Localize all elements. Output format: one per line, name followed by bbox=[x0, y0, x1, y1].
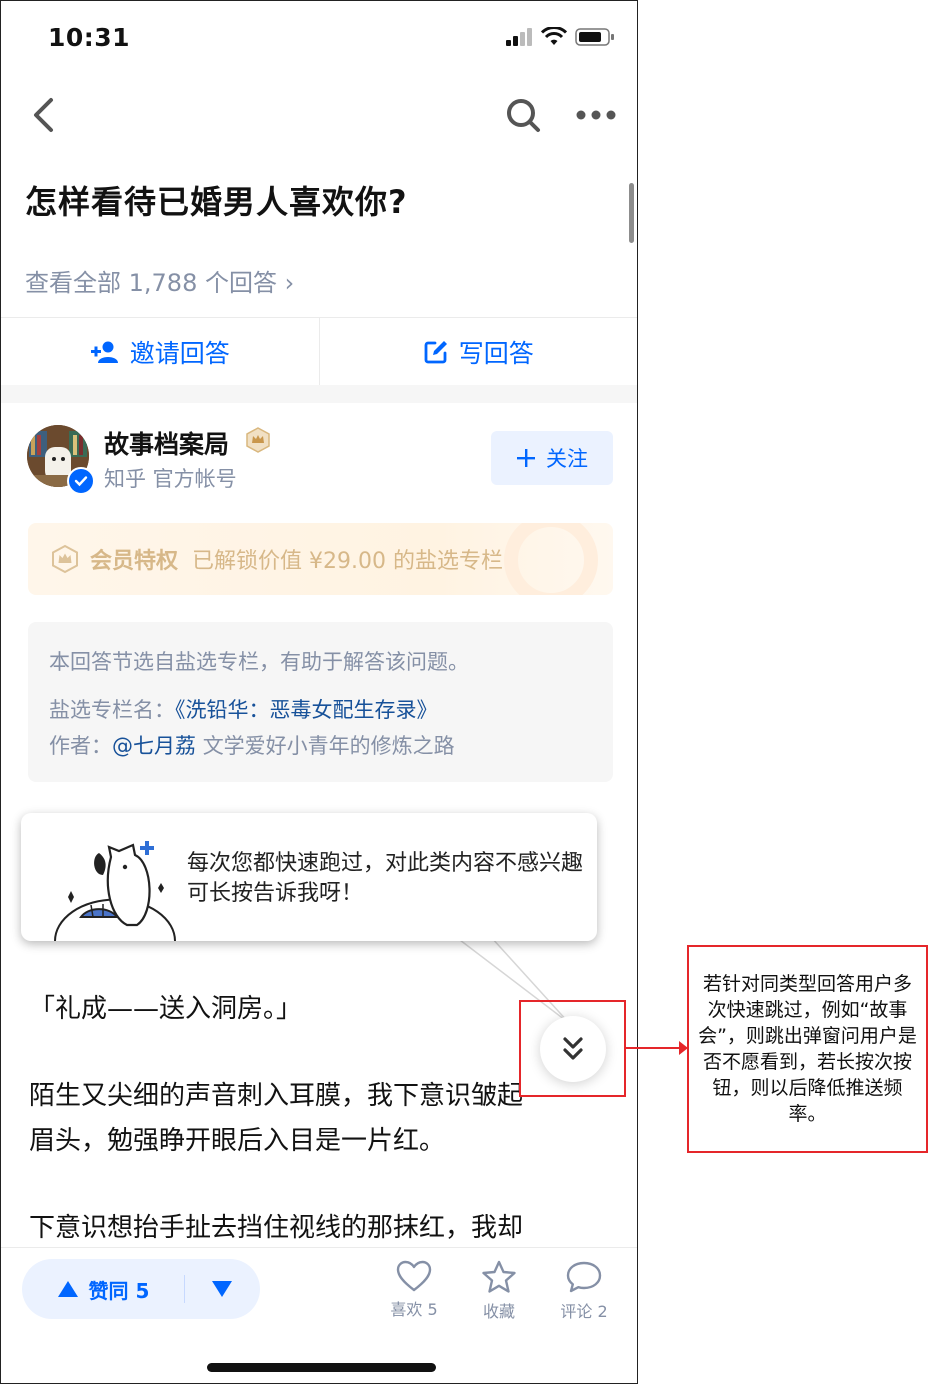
signal-icon bbox=[506, 28, 532, 46]
verified-icon bbox=[67, 467, 95, 495]
status-time: 10:31 bbox=[48, 23, 131, 52]
column-intro: 本回答节选自盐选专栏，有助于解答该问题。 bbox=[49, 650, 469, 674]
back-button[interactable] bbox=[23, 93, 63, 137]
home-indicator bbox=[207, 1363, 436, 1372]
heart-icon bbox=[396, 1260, 432, 1292]
comment-label: 评论 2 bbox=[560, 1302, 608, 1321]
follow-label: 关注 bbox=[546, 447, 588, 471]
like-label: 喜欢 5 bbox=[390, 1300, 438, 1319]
mascot-illustration bbox=[54, 841, 176, 941]
edit-icon bbox=[424, 341, 447, 364]
more-icon bbox=[576, 110, 616, 120]
downvote-icon bbox=[212, 1281, 232, 1297]
comment-button[interactable]: 评论 2 bbox=[549, 1260, 619, 1322]
scrollbar[interactable] bbox=[629, 183, 634, 243]
author-name[interactable]: 故事档案局 bbox=[104, 425, 229, 461]
status-icons bbox=[505, 27, 615, 47]
column-name-link[interactable]: 《洗铅华：恶毒女配生存录》 bbox=[175, 698, 438, 722]
column-author-line: 作者：@七月荔 文学爱好小青年的修炼之路 bbox=[49, 730, 455, 760]
question-title[interactable]: 怎样看待已婚男人喜欢你? bbox=[25, 177, 408, 223]
author-description: 知乎 官方帐号 bbox=[104, 467, 237, 491]
invite-answer-label: 邀请回答 bbox=[129, 339, 230, 368]
annotation-note: 若针对同类型回答用户多次快速跳过，例如“故事会”，则跳出弹窗问用户是否不愿看到，… bbox=[687, 945, 928, 1153]
column-name-label: 盐选专栏名： bbox=[49, 698, 175, 722]
wifi-icon bbox=[541, 27, 567, 45]
vip-banner-text: 会员特权 已解锁价值 ¥29.00 的盐选专栏 bbox=[90, 543, 503, 575]
view-all-answers-link[interactable]: 查看全部 1,788 个回答 › bbox=[25, 263, 294, 298]
annotation-connector bbox=[626, 1047, 680, 1049]
banner-watermark bbox=[504, 523, 598, 595]
section-divider bbox=[1, 385, 637, 403]
question-action-row: 邀请回答 写回答 bbox=[1, 317, 637, 386]
write-answer-button[interactable]: 写回答 bbox=[318, 318, 638, 386]
vote-divider bbox=[184, 1275, 185, 1303]
upvote-button[interactable]: 赞同 5 bbox=[22, 1259, 184, 1319]
tooltip-message: 每次您都快速跑过，对此类内容不感兴趣可长按告诉我呀！ bbox=[187, 851, 584, 906]
invite-answer-button[interactable]: 邀请回答 bbox=[1, 318, 319, 386]
comment-icon bbox=[566, 1261, 602, 1293]
status-bar: 10:31 bbox=[1, 1, 637, 77]
collect-label: 收藏 bbox=[482, 1302, 515, 1321]
column-source-card: 本回答节选自盐选专栏，有助于解答该问题。 盐选专栏名：《洗铅华：恶毒女配生存录》… bbox=[28, 622, 613, 782]
content-paragraph-2-line-2: 眉头，勉强睁开眼后入目是一片红。 bbox=[29, 1126, 446, 1156]
vip-banner-title: 会员特权 bbox=[90, 549, 179, 574]
search-button[interactable] bbox=[501, 93, 545, 137]
plus-icon bbox=[517, 449, 535, 467]
battery-icon bbox=[575, 28, 614, 46]
add-user-icon bbox=[90, 341, 118, 363]
collect-button[interactable]: 收藏 bbox=[464, 1260, 534, 1322]
nav-bar bbox=[1, 83, 637, 145]
column-author-link[interactable]: @七月荔 bbox=[112, 734, 196, 758]
follow-button[interactable]: 关注 bbox=[491, 431, 613, 485]
vip-crown-icon bbox=[52, 544, 78, 574]
annotation-highlight-box bbox=[519, 1000, 626, 1097]
author-row: 故事档案局 知乎 官方帐号 关注 bbox=[27, 421, 617, 495]
back-icon bbox=[34, 98, 53, 132]
content-paragraph-1: 「礼成——送入洞房。」 bbox=[29, 994, 303, 1024]
content-paragraph-2-line-1: 陌生又尖细的声音刺入耳膜，我下意识皱起 bbox=[29, 1081, 524, 1111]
vip-banner-detail: 已解锁价值 ¥29.00 的盐选专栏 bbox=[192, 549, 503, 574]
column-name-line: 盐选专栏名：《洗铅华：恶毒女配生存录》 bbox=[49, 694, 438, 724]
search-icon bbox=[507, 99, 540, 132]
vip-crown-icon bbox=[246, 427, 270, 453]
column-author-desc: 文学爱好小青年的修炼之路 bbox=[202, 734, 455, 758]
phone-screen: 10:31 怎样看待已婚男人喜欢你? 查看全部 1,788 个回答 › 邀请回答… bbox=[0, 0, 638, 1384]
column-author-label: 作者： bbox=[49, 734, 112, 758]
upvote-label: 赞同 5 bbox=[88, 1278, 150, 1303]
more-button[interactable] bbox=[571, 93, 621, 137]
downvote-button[interactable] bbox=[192, 1259, 252, 1319]
vip-privilege-banner[interactable]: 会员特权 已解锁价值 ¥29.00 的盐选专栏 bbox=[28, 523, 613, 595]
star-icon bbox=[482, 1260, 516, 1293]
vote-group: 赞同 5 bbox=[22, 1259, 260, 1319]
like-button[interactable]: 喜欢 5 bbox=[379, 1260, 449, 1320]
upvote-icon bbox=[57, 1281, 78, 1297]
write-answer-label: 写回答 bbox=[458, 339, 534, 368]
skip-feedback-tooltip[interactable]: 每次您都快速跑过，对此类内容不感兴趣可长按告诉我呀！ bbox=[21, 813, 597, 941]
content-paragraph-3-line-1: 下意识想抬手扯去挡住视线的那抹红，我却 bbox=[29, 1213, 524, 1243]
